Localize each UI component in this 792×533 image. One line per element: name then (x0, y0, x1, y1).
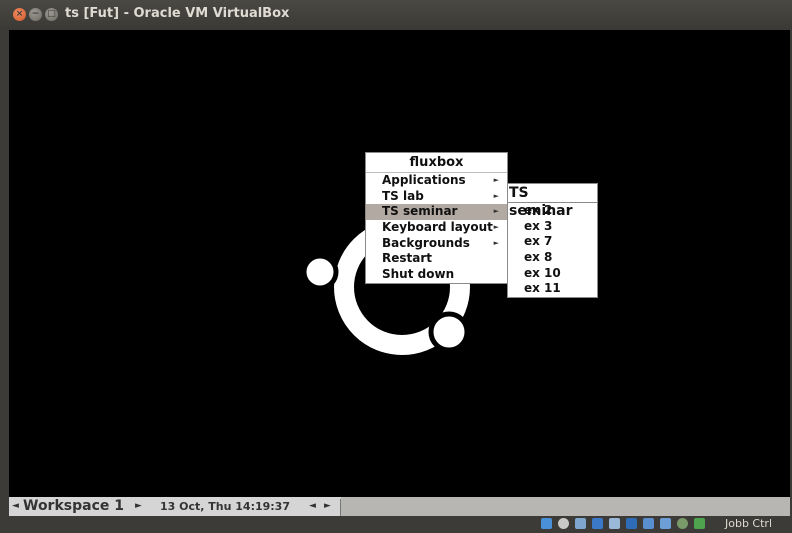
iconbar[interactable] (341, 497, 790, 516)
submenu-item-ex-7[interactable]: ex 7 (508, 234, 597, 250)
mouse-integration-icon[interactable] (677, 518, 688, 529)
minimize-window-button[interactable]: − (29, 8, 42, 21)
menu-item-applications[interactable]: Applications ► (366, 173, 507, 189)
shared-folders-icon[interactable] (592, 518, 603, 529)
submenu-arrow-icon: ► (493, 176, 499, 184)
recording-icon[interactable] (660, 518, 671, 529)
submenu-arrow-icon: ► (493, 238, 499, 247)
submenu-item-ex-10[interactable]: ex 10 (508, 266, 597, 282)
fluxbox-toolbar: ◄ Workspace 1 ► 13 Oct, Thu 14:19:37 ◄ ► (9, 497, 790, 516)
close-icon: × (15, 9, 24, 19)
hard-disk-icon[interactable] (541, 518, 552, 529)
menu-item-backgrounds[interactable]: Backgrounds ► (366, 236, 507, 252)
menu-title: fluxbox (366, 153, 507, 173)
menu-item-label: TS seminar (382, 204, 458, 219)
menu-item-label: Shut down (382, 267, 455, 282)
ts-seminar-submenu: TS seminar ex 2 ex 3 ex 7 ex 8 ex 10 ex … (507, 183, 598, 299)
usb-icon[interactable] (575, 518, 586, 529)
prev-window-button[interactable]: ◄ (309, 497, 316, 516)
menu-item-ts-lab[interactable]: TS lab ► (366, 189, 507, 205)
maximize-window-button[interactable]: □ (45, 8, 58, 21)
host-key-label: Jobb Ctrl (725, 517, 773, 530)
display-icon[interactable] (609, 518, 620, 529)
submenu-arrow-icon: ► (493, 223, 499, 232)
capture-icon[interactable] (694, 518, 705, 529)
menu-item-label: Applications (382, 173, 466, 187)
menu-item-keyboard-layout[interactable]: Keyboard layout ► (366, 220, 507, 236)
vbox-statusbar: Jobb Ctrl (0, 516, 792, 533)
close-window-button[interactable]: × (13, 8, 26, 21)
submenu-arrow-icon: ► (493, 191, 499, 200)
submenu-item-ex-11[interactable]: ex 11 (508, 281, 597, 297)
network-2-icon[interactable] (643, 518, 654, 529)
menu-item-label: Backgrounds (382, 235, 470, 250)
menu-item-label: Keyboard layout (382, 220, 493, 235)
menu-item-shut-down[interactable]: Shut down (366, 267, 507, 283)
workspace-name[interactable]: Workspace 1 (23, 497, 124, 516)
next-window-button[interactable]: ► (324, 497, 331, 516)
next-workspace-button[interactable]: ► (135, 497, 142, 516)
network-icon[interactable] (626, 518, 637, 529)
optical-drive-icon[interactable] (558, 518, 569, 529)
minimize-icon: − (31, 9, 40, 19)
menu-item-label: TS lab (382, 188, 424, 203)
submenu-title: TS seminar (508, 184, 597, 219)
prev-workspace-button[interactable]: ◄ (12, 497, 19, 516)
submenu-item-ex-3[interactable]: ex 3 (508, 219, 597, 235)
fluxbox-root-menu: fluxbox Applications ► TS lab ► TS semin… (365, 152, 508, 284)
maximize-icon: □ (47, 9, 56, 19)
menu-item-restart[interactable]: Restart (366, 251, 507, 267)
toolbar-clock: 13 Oct, Thu 14:19:37 (160, 500, 290, 513)
window-titlebar: × − □ ts [Fut] - Oracle VM VirtualBox (0, 0, 792, 30)
window-title: ts [Fut] - Oracle VM VirtualBox (65, 6, 290, 21)
menu-item-label: Restart (382, 251, 433, 266)
submenu-arrow-icon: ► (493, 207, 499, 216)
menu-item-ts-seminar[interactable]: TS seminar ► (366, 204, 507, 221)
submenu-item-ex-8[interactable]: ex 8 (508, 250, 597, 266)
